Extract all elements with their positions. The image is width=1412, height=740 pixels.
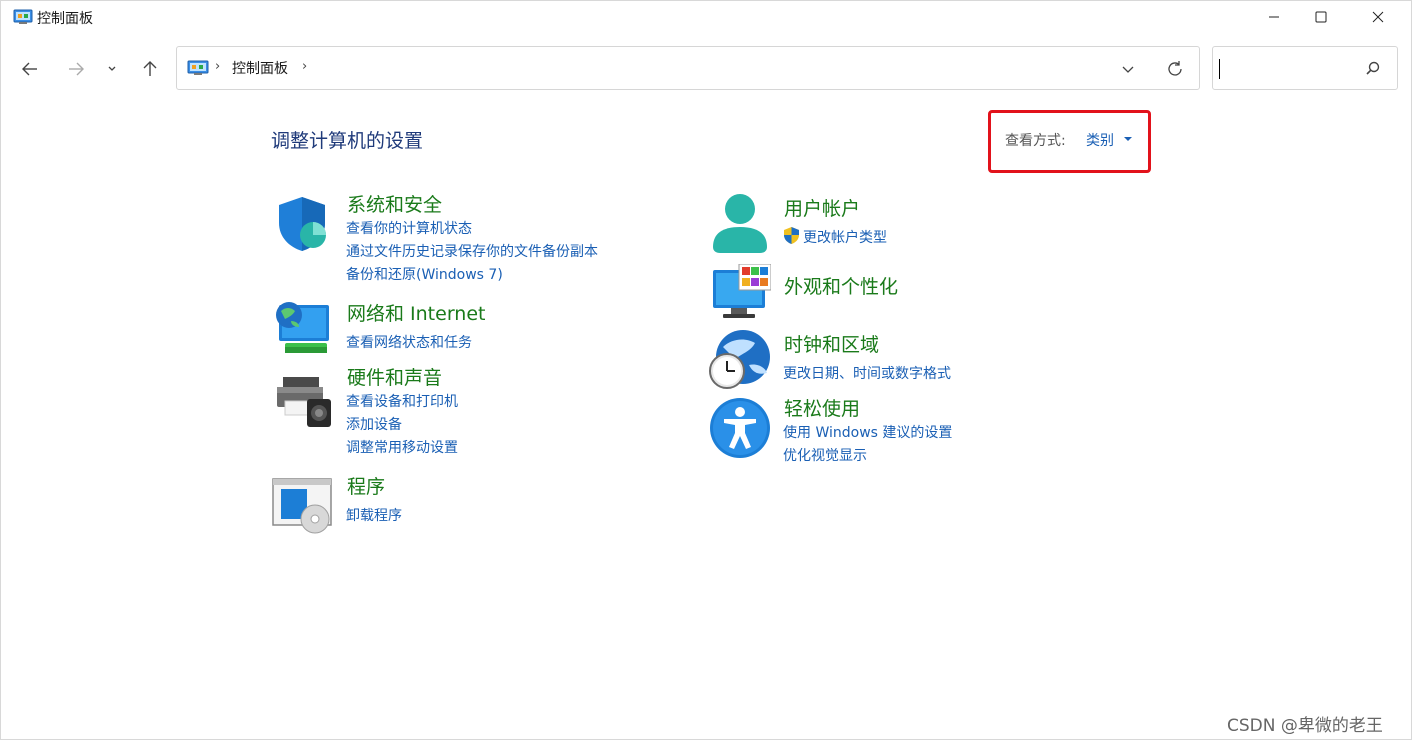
link-change-account-type[interactable]: 更改帐户类型 — [803, 227, 887, 247]
category-title-network-internet[interactable]: 网络和 Internet — [347, 299, 485, 326]
breadcrumb-control-panel[interactable]: 控制面板 — [232, 58, 288, 78]
maximize-icon — [1315, 11, 1327, 23]
breadcrumb-separator-icon[interactable]: › — [215, 59, 220, 74]
up-button[interactable] — [136, 55, 164, 83]
view-by-label: 查看方式: — [1005, 133, 1066, 149]
uac-shield-icon — [784, 227, 799, 244]
recent-locations-button[interactable] — [101, 55, 123, 83]
control-panel-icon — [13, 9, 33, 24]
maximize-button[interactable] — [1298, 1, 1344, 33]
category-title-ease-of-access[interactable]: 轻松使用 — [784, 394, 860, 421]
refresh-button[interactable] — [1163, 58, 1187, 80]
address-history-button[interactable] — [1117, 58, 1139, 80]
minimize-icon — [1269, 16, 1279, 18]
page-heading: 调整计算机的设置 — [271, 130, 424, 152]
back-button[interactable] — [16, 55, 44, 83]
category-title-system-security[interactable]: 系统和安全 — [347, 190, 442, 217]
link-backup-restore[interactable]: 备份和还原(Windows 7) — [346, 264, 503, 284]
search-input[interactable] — [1212, 46, 1398, 90]
link-optimize-visual-display[interactable]: 优化视觉显示 — [783, 445, 867, 465]
view-by-dropdown[interactable]: 类别 — [1086, 130, 1114, 150]
chevron-down-icon — [1122, 66, 1134, 73]
close-button[interactable] — [1355, 1, 1401, 33]
link-windows-recommended-settings[interactable]: 使用 Windows 建议的设置 — [783, 422, 952, 442]
category-title-programs[interactable]: 程序 — [347, 472, 385, 499]
monitor-colors-icon[interactable] — [709, 264, 771, 326]
accessibility-icon[interactable] — [709, 397, 771, 459]
watermark-text: CSDN @卑微的老王 — [1227, 716, 1383, 736]
text-caret — [1219, 59, 1220, 79]
arrow-right-icon — [69, 62, 84, 76]
link-change-date-time-format[interactable]: 更改日期、时间或数字格式 — [783, 363, 951, 383]
dropdown-arrow-icon[interactable] — [1124, 137, 1132, 141]
minimize-button[interactable] — [1251, 1, 1297, 33]
link-devices-printers[interactable]: 查看设备和打印机 — [346, 391, 458, 411]
link-uninstall-program[interactable]: 卸载程序 — [346, 505, 402, 525]
control-panel-icon — [187, 60, 209, 75]
link-network-status-tasks[interactable]: 查看网络状态和任务 — [346, 332, 472, 352]
user-account-icon[interactable] — [709, 193, 771, 255]
window-title: 控制面板 — [37, 11, 93, 27]
title-bar: 控制面板 — [1, 1, 1411, 35]
programs-disc-icon[interactable] — [271, 475, 333, 537]
chevron-down-icon — [108, 66, 116, 71]
refresh-icon — [1168, 61, 1182, 76]
globe-clock-icon[interactable] — [709, 329, 771, 391]
control-panel-window: 控制面板 › 控制面板 › 调整计算机的设置 查看方式: 类别 系统和安全 查看… — [0, 0, 1412, 740]
network-globe-icon[interactable] — [271, 297, 333, 359]
link-add-device[interactable]: 添加设备 — [346, 414, 402, 434]
navigation-bar: › 控制面板 › — [1, 35, 1411, 99]
shield-icon[interactable] — [271, 193, 333, 255]
category-title-clock-region[interactable]: 时钟和区域 — [784, 330, 879, 357]
arrow-up-icon — [143, 61, 157, 76]
breadcrumb-separator-icon[interactable]: › — [302, 59, 307, 74]
close-icon — [1372, 11, 1384, 23]
printer-speaker-icon[interactable] — [271, 369, 333, 431]
link-file-history-backup[interactable]: 通过文件历史记录保存你的文件备份副本 — [346, 241, 598, 261]
category-title-appearance[interactable]: 外观和个性化 — [784, 272, 898, 299]
link-mobility-settings[interactable]: 调整常用移动设置 — [346, 437, 458, 457]
category-title-user-accounts[interactable]: 用户帐户 — [784, 194, 860, 221]
arrow-left-icon — [22, 62, 37, 76]
view-by-selector: 查看方式: 类别 — [988, 110, 1151, 173]
link-view-computer-status[interactable]: 查看你的计算机状态 — [346, 218, 472, 238]
search-icon[interactable] — [1363, 59, 1383, 79]
forward-button[interactable] — [62, 55, 90, 83]
category-title-hardware-sound[interactable]: 硬件和声音 — [347, 363, 442, 390]
address-bar[interactable]: › 控制面板 › — [176, 46, 1200, 90]
